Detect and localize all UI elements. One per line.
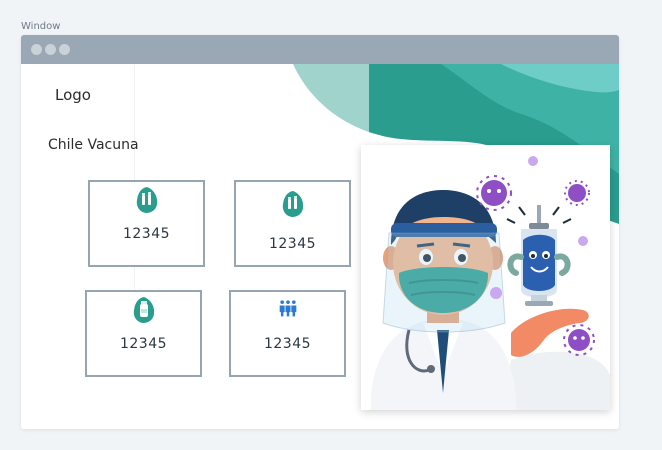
stat-card-3[interactable]: 12345	[85, 290, 202, 377]
stat-value: 12345	[268, 236, 317, 252]
window-dot-minimize[interactable]	[45, 44, 56, 55]
window-label: Window	[21, 21, 61, 32]
stat-card-1[interactable]: 12345	[88, 180, 205, 267]
doctor-vaccine-illustration	[361, 145, 610, 410]
browser-window: Logo Chile Vacuna 12345 12345 12345 1234…	[21, 35, 619, 429]
vaccine-vials-icon	[282, 191, 303, 217]
window-content: Logo Chile Vacuna 12345 12345 12345 1234…	[21, 64, 619, 429]
vaccine-bottle-icon	[133, 297, 154, 323]
stat-value: 12345	[119, 336, 168, 352]
stat-value: 12345	[122, 226, 171, 242]
stat-value: 12345	[263, 336, 312, 352]
brand-title: Chile Vacuna	[48, 137, 139, 153]
window-titlebar[interactable]	[21, 35, 619, 64]
doctor-illustration-art	[371, 156, 610, 410]
vaccine-vials-icon	[136, 187, 157, 213]
stat-card-2[interactable]: 12345	[234, 180, 351, 267]
people-group-icon	[279, 300, 296, 317]
stat-card-4[interactable]: 12345	[229, 290, 346, 377]
window-dot-maximize[interactable]	[59, 44, 70, 55]
logo[interactable]: Logo	[55, 86, 91, 104]
window-dot-close[interactable]	[31, 44, 42, 55]
